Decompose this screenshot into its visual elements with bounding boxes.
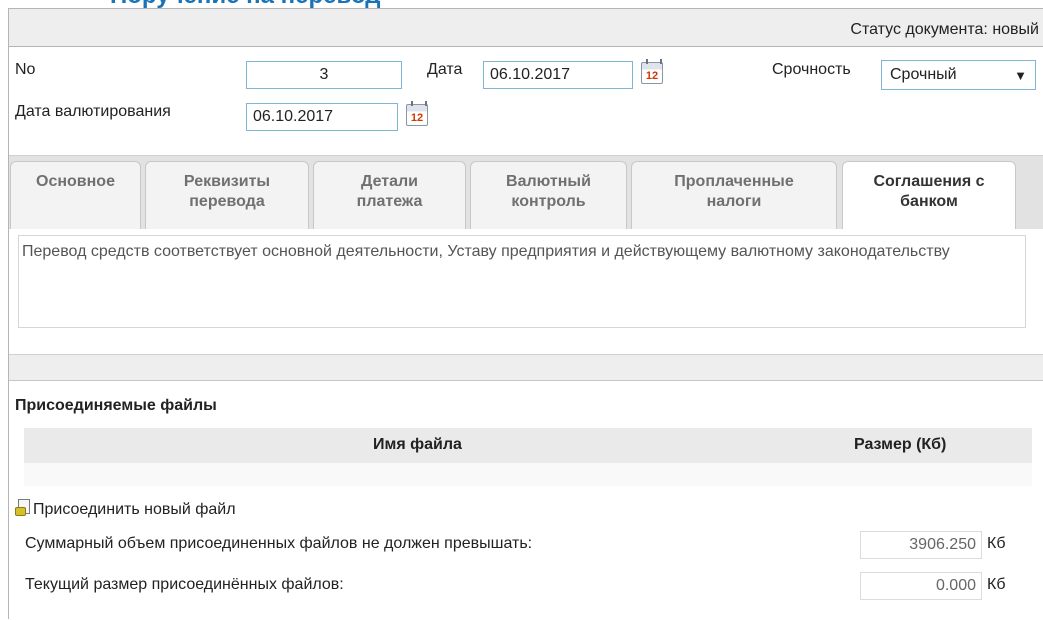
tab-label: Основное — [36, 173, 115, 190]
attach-file-label: Присоединить новый файл — [33, 501, 236, 518]
urgency-selected-value: Срочный — [890, 66, 957, 83]
total-limit-unit: Кб — [987, 535, 1006, 552]
tab-label: контроль — [511, 193, 586, 210]
tab-label: банком — [900, 193, 958, 210]
date-label: Дата — [427, 61, 463, 78]
tab-label: Детали — [360, 173, 418, 190]
total-limit-label: Суммарный объем присоединенных файлов не… — [25, 535, 533, 552]
tab-label: платежа — [356, 193, 423, 210]
date-input[interactable]: 06.10.2017 — [483, 61, 633, 89]
document-number-input[interactable]: 3 — [246, 61, 402, 89]
tab-transfer-details[interactable]: Реквизиты перевода — [145, 161, 309, 229]
tab-label: налоги — [706, 193, 762, 210]
tab-main[interactable]: Основное — [10, 161, 141, 229]
tab-label: Реквизиты — [183, 173, 271, 190]
current-size-value: 0.000 — [860, 572, 982, 600]
tab-bank-agreements[interactable]: Соглашения с банком — [842, 161, 1016, 231]
attach-file-link[interactable]: Присоединить новый файл — [15, 499, 236, 519]
page-title-bar: Поручение на перевод — [0, 0, 1043, 8]
agreement-textarea[interactable]: Перевод средств соответствует основной д… — [18, 235, 1026, 328]
urgency-label: Срочность — [772, 61, 851, 78]
tab-label: Проплаченные — [674, 173, 794, 190]
number-label: No — [15, 61, 36, 78]
current-size-label: Текущий размер присоединённых файлов: — [25, 576, 344, 593]
document-form: Статус документа: новый No 3 Дата 06.10.… — [8, 8, 1043, 619]
section-divider — [9, 354, 1043, 381]
tab-panel-bank-agreements: Перевод средств соответствует основной д… — [9, 229, 1043, 354]
tab-label: Соглашения с — [873, 173, 985, 190]
document-status: Статус документа: новый — [850, 21, 1039, 38]
tab-label: Валютный — [506, 173, 591, 190]
files-table: Имя файла Размер (Кб) — [24, 428, 1032, 486]
calendar-icon[interactable]: 12 — [641, 59, 663, 84]
tab-payment-details[interactable]: Детали платежа — [313, 161, 466, 229]
value-date-label: Дата валютирования — [15, 103, 171, 120]
tab-currency-control[interactable]: Валютный контроль — [470, 161, 627, 229]
current-size-unit: Кб — [987, 576, 1006, 593]
page-title: Поручение на перевод — [110, 0, 381, 8]
total-limit-value: 3906.250 — [860, 531, 982, 559]
document-header: No 3 Дата 06.10.2017 12 Срочность Срочны… — [9, 47, 1043, 155]
attach-file-icon — [15, 499, 32, 517]
tab-paid-taxes[interactable]: Проплаченные налоги — [631, 161, 837, 229]
urgency-select[interactable]: Срочный ▼ — [881, 60, 1036, 90]
section-title: Присоединяемые файлы — [15, 397, 217, 414]
column-header-file-size[interactable]: Размер (Кб) — [854, 436, 946, 454]
column-header-file-name[interactable]: Имя файла — [373, 436, 462, 454]
status-bar: Статус документа: новый — [9, 9, 1043, 47]
value-date-input[interactable]: 06.10.2017 — [246, 103, 398, 131]
tab-label: перевода — [189, 193, 265, 210]
chevron-down-icon: ▼ — [1014, 68, 1027, 83]
calendar-icon[interactable]: 12 — [406, 101, 428, 126]
files-table-header: Имя файла Размер (Кб) — [24, 428, 1032, 463]
attached-files-section: Присоединяемые файлы Имя файла Размер (К… — [9, 381, 1043, 620]
